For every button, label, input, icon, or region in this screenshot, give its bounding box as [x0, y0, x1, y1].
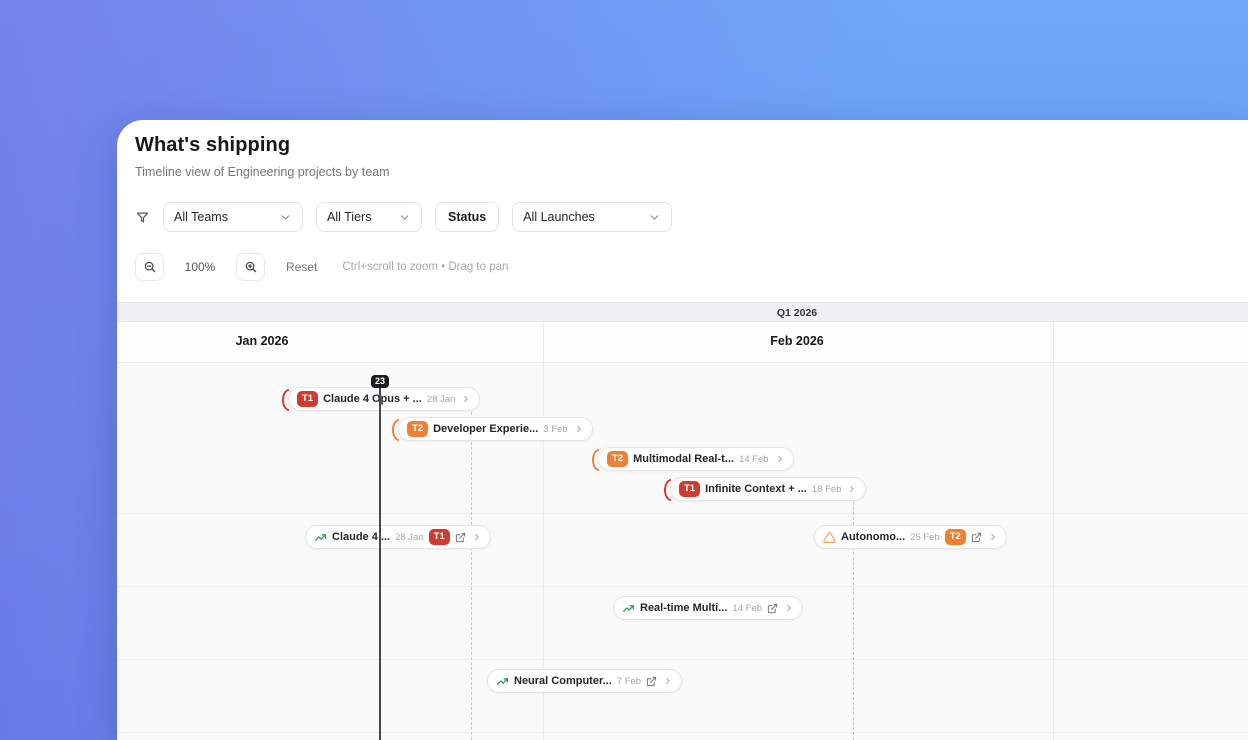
row-divider: [117, 732, 1248, 733]
status-filter-label: Status: [448, 210, 487, 224]
chevron-right-icon[interactable]: [472, 532, 482, 542]
zoom-out-icon: [144, 261, 155, 273]
launch-title: Claude 4 ...: [332, 531, 391, 543]
month-header-row: Jan 2026 Feb 2026: [117, 322, 1248, 363]
project-pill-infinite-context[interactable]: T1 Infinite Context + ... 18 Feb: [670, 477, 867, 501]
launch-pill-claude-4[interactable]: Claude 4 ... 28 Jan T1: [305, 525, 491, 549]
launch-pill-autonomous[interactable]: Autonomo... 25 Feb T2: [814, 525, 1007, 549]
team-badge: T2: [407, 421, 429, 437]
launch-title: Autonomo...: [841, 531, 906, 543]
launch-date: 14 Feb: [732, 602, 762, 614]
team-badge: T2: [944, 529, 966, 545]
project-title: Developer Experie...: [433, 423, 539, 435]
timeline-canvas[interactable]: Q1 2026 Jan 2026 Feb 2026 23 T1 Claude 4…: [117, 302, 1248, 740]
launch-date: 28 Jan: [395, 531, 424, 543]
launches-filter-value: All Launches: [523, 210, 595, 224]
filter-icon: [135, 210, 150, 225]
reset-zoom-button[interactable]: Reset: [286, 260, 317, 274]
project-date: 14 Feb: [738, 453, 769, 465]
trending-up-icon: [496, 677, 509, 685]
project-pill-claude-4-opus[interactable]: T1 Claude 4 Opus + ... 28 Jan: [288, 387, 481, 411]
project-title: Multimodal Real-t...: [633, 453, 734, 465]
external-link-icon[interactable]: [971, 532, 982, 543]
deadline-line: [471, 412, 472, 740]
chevron-right-icon[interactable]: [461, 394, 471, 404]
today-marker-line: [379, 388, 381, 740]
project-pill-developer-experience[interactable]: T2 Developer Experie... 3 Feb: [398, 417, 593, 441]
external-link-icon[interactable]: [767, 603, 778, 614]
zoom-in-button[interactable]: [236, 253, 265, 281]
teams-filter-value: All Teams: [174, 210, 228, 224]
row-divider: [117, 586, 1248, 587]
chevron-down-icon: [281, 214, 290, 220]
tiers-filter-select[interactable]: All Tiers: [316, 202, 422, 232]
team-badge: T1: [297, 391, 319, 407]
start-bracket-icon: [664, 478, 671, 502]
external-link-icon[interactable]: [646, 676, 657, 687]
tiers-filter-value: All Tiers: [327, 210, 372, 224]
row-divider: [117, 513, 1248, 514]
month-gridline-mar: [1053, 322, 1054, 740]
chevron-down-icon: [400, 214, 409, 220]
quarter-label: Q1 2026: [776, 307, 818, 319]
quarter-header-bar: Q1 2026: [117, 302, 1248, 322]
launches-filter-select[interactable]: All Launches: [512, 202, 673, 232]
whats-shipping-panel: What's shipping Timeline view of Enginee…: [117, 120, 1248, 740]
chevron-right-icon[interactable]: [784, 603, 794, 613]
team-badge: T2: [607, 451, 629, 467]
start-bracket-icon: [282, 388, 289, 412]
start-bracket-icon: [592, 448, 599, 472]
month-label-feb: Feb 2026: [770, 334, 824, 348]
launch-pill-neural-computer[interactable]: Neural Computer... 7 Feb: [487, 669, 683, 693]
teams-filter-select[interactable]: All Teams: [163, 202, 303, 232]
filter-bar: All Teams All Tiers Status All Launches: [135, 202, 673, 232]
launch-title: Real-time Multi...: [640, 602, 728, 614]
external-link-icon[interactable]: [455, 532, 466, 543]
project-date: 18 Feb: [811, 483, 842, 495]
start-bracket-icon: [392, 418, 399, 442]
project-title: Claude 4 Opus + ...: [323, 393, 422, 405]
trending-up-icon: [314, 533, 327, 541]
chevron-right-icon[interactable]: [663, 676, 673, 686]
project-date: 3 Feb: [543, 423, 568, 435]
timeline-grid: [117, 363, 1248, 740]
month-label-jan: Jan 2026: [235, 334, 289, 348]
row-divider: [117, 659, 1248, 660]
team-badge: T1: [428, 529, 450, 545]
launch-date: 25 Feb: [910, 531, 940, 543]
chevron-right-icon[interactable]: [847, 484, 857, 494]
chevron-right-icon[interactable]: [988, 532, 998, 542]
project-date: 28 Jan: [426, 393, 456, 405]
today-marker-badge: 23: [370, 375, 390, 388]
launch-pill-realtime-multi[interactable]: Real-time Multi... 14 Feb: [613, 596, 803, 620]
launch-title: Neural Computer...: [514, 675, 612, 687]
zoom-in-icon: [245, 261, 256, 273]
project-title: Infinite Context + ...: [705, 483, 807, 495]
project-pill-multimodal-realtime[interactable]: T2 Multimodal Real-t... 14 Feb: [598, 447, 794, 471]
chevron-right-icon[interactable]: [775, 454, 785, 464]
launch-date: 7 Feb: [616, 675, 642, 687]
status-filter-button[interactable]: Status: [435, 202, 500, 232]
zoom-out-button[interactable]: [135, 253, 164, 281]
desktop-background: { "header": { "title": "What's shipping"…: [0, 0, 1248, 740]
zoom-toolbar: 100% Reset Ctrl+scroll to zoom • Drag to…: [135, 253, 508, 281]
warning-icon: [823, 531, 836, 543]
page-title: What's shipping: [135, 134, 291, 156]
page-subtitle: Timeline view of Engineering projects by…: [135, 165, 390, 179]
zoom-level: 100%: [184, 260, 216, 274]
chevron-right-icon[interactable]: [574, 424, 584, 434]
trending-up-icon: [622, 604, 635, 612]
team-badge: T1: [679, 481, 701, 497]
pan-zoom-hint: Ctrl+scroll to zoom • Drag to pan: [342, 261, 509, 273]
chevron-down-icon: [650, 214, 659, 220]
